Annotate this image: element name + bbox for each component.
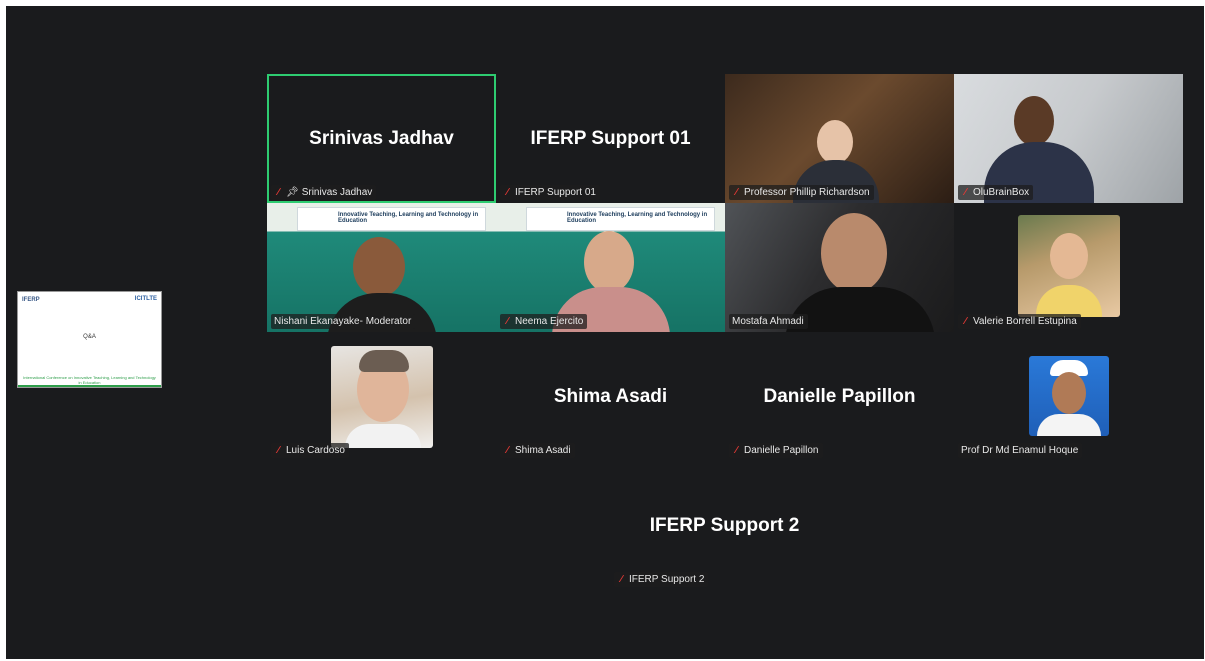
video-tile-neema-ejercito[interactable]: Innovative Teaching, Learning and Techno… [496,203,725,332]
participant-label-text: Prof Dr Md Enamul Hoque [961,445,1079,456]
mic-muted-icon: ∕ [277,187,280,198]
video-tile-olubrainbox[interactable]: ∕ OluBrainBox [954,74,1183,203]
participant-label-text: Shima Asadi [515,445,571,456]
participant-label: ∕ OluBrainBox [958,185,1034,200]
video-person [1014,96,1054,146]
share-slide-title: Q&A [83,334,96,340]
mic-muted-icon: ∕ [277,445,280,456]
mic-muted-icon: ∕ [506,187,509,198]
video-person [353,237,405,297]
video-person [584,231,634,293]
participant-label: ∕ Neema Ejercito [500,314,588,329]
participant-label-text: Mostafa Ahmadi [732,316,804,327]
avatar-face [1049,233,1088,279]
participant-label-text: Neema Ejercito [515,316,584,327]
avatar-body [344,424,421,448]
profile-photo [330,346,433,448]
participant-label: Prof Dr Md Enamul Hoque [958,443,1083,458]
video-tile-valerie-borrell-estupina[interactable]: ∕ Valerie Borrell Estupina [954,203,1183,332]
participant-name-large: Danielle Papillon [763,385,916,407]
participant-label: ∕ Valerie Borrell Estupina [958,314,1081,329]
profile-photo [1028,356,1109,436]
participant-label: Nishani Ekanayake- Moderator [271,314,416,329]
participant-name-large: IFERP Support 01 [530,127,691,149]
participant-label-text: Valerie Borrell Estupina [973,316,1077,327]
participant-label: ∕ 📌︎ Srinivas Jadhav [271,185,377,200]
participant-name-large: Srinivas Jadhav [309,127,454,149]
participant-label: ∕ Shima Asadi [500,443,575,458]
avatar-hair [358,350,409,372]
share-logo-right: ICITLTE [134,296,157,302]
share-footer: International Conference on Innovative T… [23,375,156,385]
share-logo-left: IFERP [22,297,40,303]
participant-label-text: Nishani Ekanayake- Moderator [274,316,412,327]
mic-muted-icon: ∕ [506,445,509,456]
avatar-face [1051,372,1086,414]
video-tile-nishani-ekanayake[interactable]: Innovative Teaching, Learning and Techno… [267,203,496,332]
mic-muted-icon: ∕ [964,316,967,327]
video-person [821,213,887,293]
participant-name-large: Shima Asadi [553,385,668,407]
participant-label-text: OluBrainBox [973,187,1030,198]
avatar-body [1036,414,1101,436]
participant-label: ∕ Danielle Papillon [729,443,823,458]
video-tile-danielle-papillon[interactable]: Danielle Papillon ∕ Danielle Papillon [725,332,954,461]
mic-muted-icon: ∕ [964,187,967,198]
participant-label: ∕ IFERP Support 01 [500,185,600,200]
banner-text: Innovative Teaching, Learning and Techno… [338,212,479,224]
participant-label-text: Luis Cardoso [286,445,345,456]
video-tile-enamul-hoque[interactable]: Prof Dr Md Enamul Hoque [954,332,1183,461]
pin-icon: 📌︎ [286,187,299,198]
participant-label-text: IFERP Support 2 [629,574,705,585]
participant-label: Mostafa Ahmadi [729,314,808,329]
mic-muted-icon: ∕ [506,316,509,327]
participant-label-text: IFERP Support 01 [515,187,596,198]
profile-photo [1017,215,1120,317]
video-tile-shima-asadi[interactable]: Shima Asadi ∕ Shima Asadi [496,332,725,461]
participant-label-text: Srinivas Jadhav [301,187,373,198]
participant-label-text: Professor Phillip Richardson [744,187,870,198]
banner-text: Innovative Teaching, Learning and Techno… [567,212,708,224]
mic-muted-icon: ∕ [620,574,623,585]
meeting-gallery: IFERP ICITLTE Q&A International Conferen… [6,6,1204,659]
participant-label: ∕ Professor Phillip Richardson [729,185,874,200]
mic-muted-icon: ∕ [735,445,738,456]
participant-label: ∕ Luis Cardoso [271,443,349,458]
participant-label: ∕ IFERP Support 2 [614,572,709,587]
participant-name-large: IFERP Support 2 [649,514,800,536]
video-person [817,120,853,164]
video-background-banner: Innovative Teaching, Learning and Techno… [526,207,715,231]
shared-screen-preview[interactable]: IFERP ICITLTE Q&A International Conferen… [17,291,162,388]
video-tile-luis-cardoso[interactable]: ∕ Luis Cardoso [267,332,496,461]
share-footer-bar [18,385,161,387]
avatar-body [1035,285,1102,317]
mic-muted-icon: ∕ [735,187,738,198]
video-tile-iferp-support-01[interactable]: IFERP Support 01 ∕ IFERP Support 01 [496,74,725,203]
video-tile-phillip-richardson[interactable]: ∕ Professor Phillip Richardson [725,74,954,203]
video-background-banner: Innovative Teaching, Learning and Techno… [297,207,486,231]
video-tile-mostafa-ahmadi[interactable]: Mostafa Ahmadi [725,203,954,332]
video-tile-srinivas-jadhav[interactable]: Srinivas Jadhav ∕ 📌︎ Srinivas Jadhav [267,74,496,203]
video-tile-iferp-support-2[interactable]: IFERP Support 2 ∕ IFERP Support 2 [610,461,839,590]
participant-label-text: Danielle Papillon [744,445,819,456]
